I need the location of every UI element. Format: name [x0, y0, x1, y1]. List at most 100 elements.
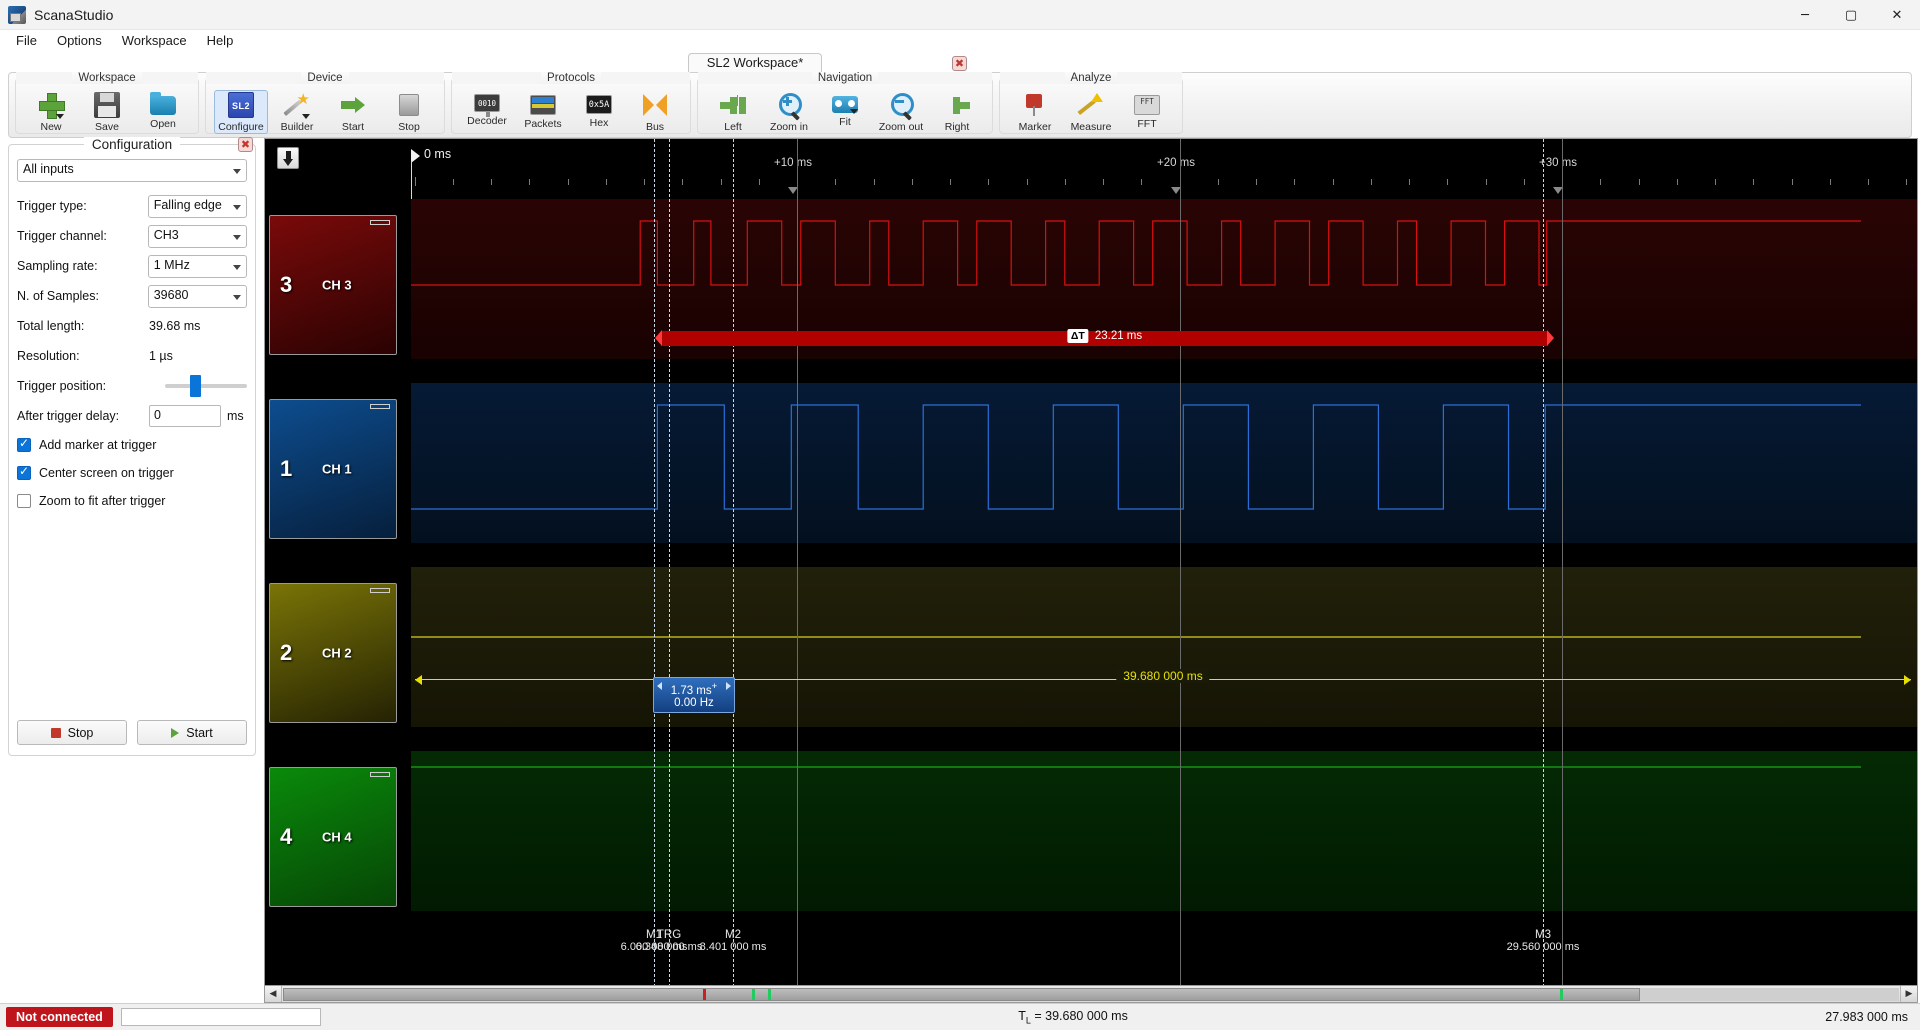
- left-arrow-icon[interactable]: [657, 682, 662, 690]
- channel-enable-tab-icon[interactable]: [370, 772, 390, 777]
- checkbox-zoom-to-fit-after-trigger[interactable]: Zoom to fit after trigger: [17, 487, 247, 515]
- time-ruler[interactable]: 0 ms +10 ms +20 ms +30 ms: [411, 139, 1917, 207]
- channel-enable-tab-icon[interactable]: [370, 588, 390, 593]
- channel-chip-ch2[interactable]: 2 CH 2: [269, 583, 397, 723]
- field-label: Trigger channel:: [17, 229, 107, 243]
- sampling-rate-select[interactable]: 1 MHz: [147, 254, 247, 278]
- cursor-m3[interactable]: [1543, 139, 1544, 1002]
- menu-item-file[interactable]: File: [6, 31, 47, 50]
- trigger-type-select[interactable]: Falling edge: [147, 194, 247, 218]
- checkbox-center-screen-on-trigger[interactable]: Center screen on trigger: [17, 459, 247, 487]
- cursor-m1[interactable]: [654, 139, 655, 1002]
- channel-enable-tab-icon[interactable]: [370, 220, 390, 225]
- fit-button[interactable]: Fit: [818, 90, 872, 129]
- cursor-m2[interactable]: [733, 139, 734, 1002]
- bus-button[interactable]: Bus: [628, 90, 682, 134]
- after-trigger-delay-input[interactable]: 0: [149, 405, 221, 427]
- hex-button[interactable]: 0x5A Hex: [572, 90, 626, 130]
- configure-button[interactable]: SL2 Configure: [214, 90, 268, 134]
- waveform-ch1: [411, 404, 1861, 510]
- marker-caption-m3[interactable]: M3 29.560 000 ms: [1507, 929, 1580, 953]
- fft-button[interactable]: FFT FFT: [1120, 90, 1174, 131]
- channel-lane-ch4[interactable]: [411, 751, 1917, 911]
- delta-t-bar[interactable]: ΔT 23.21 ms: [655, 329, 1554, 346]
- scroll-track[interactable]: [283, 987, 1899, 1001]
- waveform-view[interactable]: 0 ms +10 ms +20 ms +30 ms ΔT 23.21 ms 1.…: [264, 138, 1918, 1003]
- scroll-thumb[interactable]: [283, 987, 1641, 1001]
- status-message-field[interactable]: [120, 1008, 321, 1026]
- chevron-down-icon: [233, 294, 241, 300]
- document-tab[interactable]: SL2 Workspace*: [687, 53, 823, 72]
- panel-start-button[interactable]: Start: [137, 720, 247, 745]
- delta-t-right-handle-icon[interactable]: [1547, 330, 1554, 346]
- menu-bar: File Options Workspace Help: [0, 30, 1920, 52]
- decoder-button[interactable]: 0010 Decoder: [460, 90, 514, 128]
- ribbon-toolbar: Workspace New Save Open Device SL2 Confi…: [8, 72, 1912, 138]
- channel-number: 2: [280, 640, 293, 665]
- start-button[interactable]: Start: [326, 90, 380, 134]
- ribbon-area: SL2 Workspace* ✖ Workspace New Save Open…: [0, 52, 1920, 138]
- checkbox-box[interactable]: [17, 464, 31, 480]
- channel-chip-ch1[interactable]: 1 CH 1: [269, 399, 397, 539]
- download-capture-button[interactable]: [277, 147, 299, 169]
- measure-button[interactable]: Measure: [1064, 90, 1118, 134]
- menu-item-options[interactable]: Options: [47, 31, 112, 50]
- total-length-measure[interactable]: 39.680 000 ms: [415, 669, 1911, 685]
- builder-button[interactable]: Builder: [270, 90, 324, 134]
- scroll-marker-m3: [1559, 988, 1563, 1000]
- tab-close-icon[interactable]: ✖: [952, 56, 967, 71]
- total-length-measure-value: 39.680 000 ms: [1116, 669, 1210, 683]
- field-label: Trigger position:: [17, 379, 107, 393]
- nav-right-button[interactable]: Right: [930, 90, 984, 134]
- configuration-close-icon[interactable]: ✖: [238, 137, 253, 152]
- channel-lane-ch2[interactable]: [411, 567, 1917, 727]
- channel-enable-tab-icon[interactable]: [370, 404, 390, 409]
- checkbox-box[interactable]: [17, 436, 31, 452]
- channel-chip-ch3[interactable]: 3 CH 3: [269, 215, 397, 355]
- delta-t-left-handle-icon[interactable]: [655, 330, 662, 346]
- scroll-left-arrow-icon[interactable]: ◀: [265, 986, 282, 1002]
- ruler-tick: [1256, 179, 1257, 185]
- app-logo-icon: [8, 5, 26, 24]
- checkbox-box[interactable]: [17, 494, 31, 508]
- marker-caption-m2[interactable]: M2 8.401 000 ms: [700, 929, 767, 953]
- checkbox-add-marker-at-trigger[interactable]: Add marker at trigger: [17, 431, 247, 459]
- zoom-out-button[interactable]: Zoom out: [874, 90, 928, 134]
- open-button[interactable]: Open: [136, 90, 190, 131]
- channel-chip-ch4[interactable]: 4 CH 4: [269, 767, 397, 907]
- gridline-30ms: [1562, 139, 1563, 1002]
- right-arrow-icon[interactable]: [726, 682, 731, 690]
- ruler-tick: [605, 179, 607, 185]
- horizontal-scrollbar[interactable]: ◀ ▶: [265, 985, 1917, 1002]
- slider-thumb[interactable]: [189, 375, 201, 397]
- new-button[interactable]: New: [24, 90, 78, 134]
- marker-button[interactable]: Marker: [1008, 90, 1062, 134]
- cursor-time-status: 27.983 000 ms: [1825, 1010, 1908, 1024]
- menu-item-workspace[interactable]: Workspace: [112, 31, 197, 50]
- zoom-in-icon: [776, 92, 802, 118]
- scroll-right-arrow-icon[interactable]: ▶: [1900, 986, 1917, 1002]
- minimize-button[interactable]: ─: [1782, 0, 1828, 30]
- zoom-out-label: Zoom out: [878, 121, 924, 133]
- num-samples-select[interactable]: 39680: [147, 284, 247, 308]
- plot-canvas[interactable]: 0 ms +10 ms +20 ms +30 ms ΔT 23.21 ms 1.…: [411, 139, 1917, 1002]
- nav-left-button[interactable]: Left: [706, 90, 760, 134]
- cursor-measure-tooltip[interactable]: 1.73 ms+ 0.00 Hz: [653, 677, 735, 713]
- stop-button[interactable]: Stop: [382, 90, 436, 134]
- packets-button[interactable]: Packets: [516, 90, 570, 131]
- maximize-button[interactable]: ▢: [1828, 0, 1874, 30]
- trigger-channel-select[interactable]: CH3: [147, 224, 247, 248]
- trigger-position-slider[interactable]: [164, 375, 247, 397]
- total-length-status: TL = 39.680 000 ms: [1018, 1008, 1128, 1026]
- save-button[interactable]: Save: [80, 90, 134, 134]
- channel-lane-ch1[interactable]: [411, 383, 1917, 543]
- document-tab-row: SL2 Workspace* ✖: [8, 52, 1912, 72]
- marker-caption-m1[interactable]: M1 6.000 000 ms: [621, 929, 688, 953]
- close-button[interactable]: ✕: [1874, 0, 1920, 30]
- menu-item-help[interactable]: Help: [197, 31, 244, 50]
- input-filter-select[interactable]: All inputs: [17, 159, 247, 182]
- marker-icon: [1022, 92, 1048, 118]
- cursor-trg[interactable]: [669, 139, 670, 1002]
- zoom-in-button[interactable]: Zoom in: [762, 90, 816, 134]
- panel-stop-button[interactable]: Stop: [17, 720, 127, 745]
